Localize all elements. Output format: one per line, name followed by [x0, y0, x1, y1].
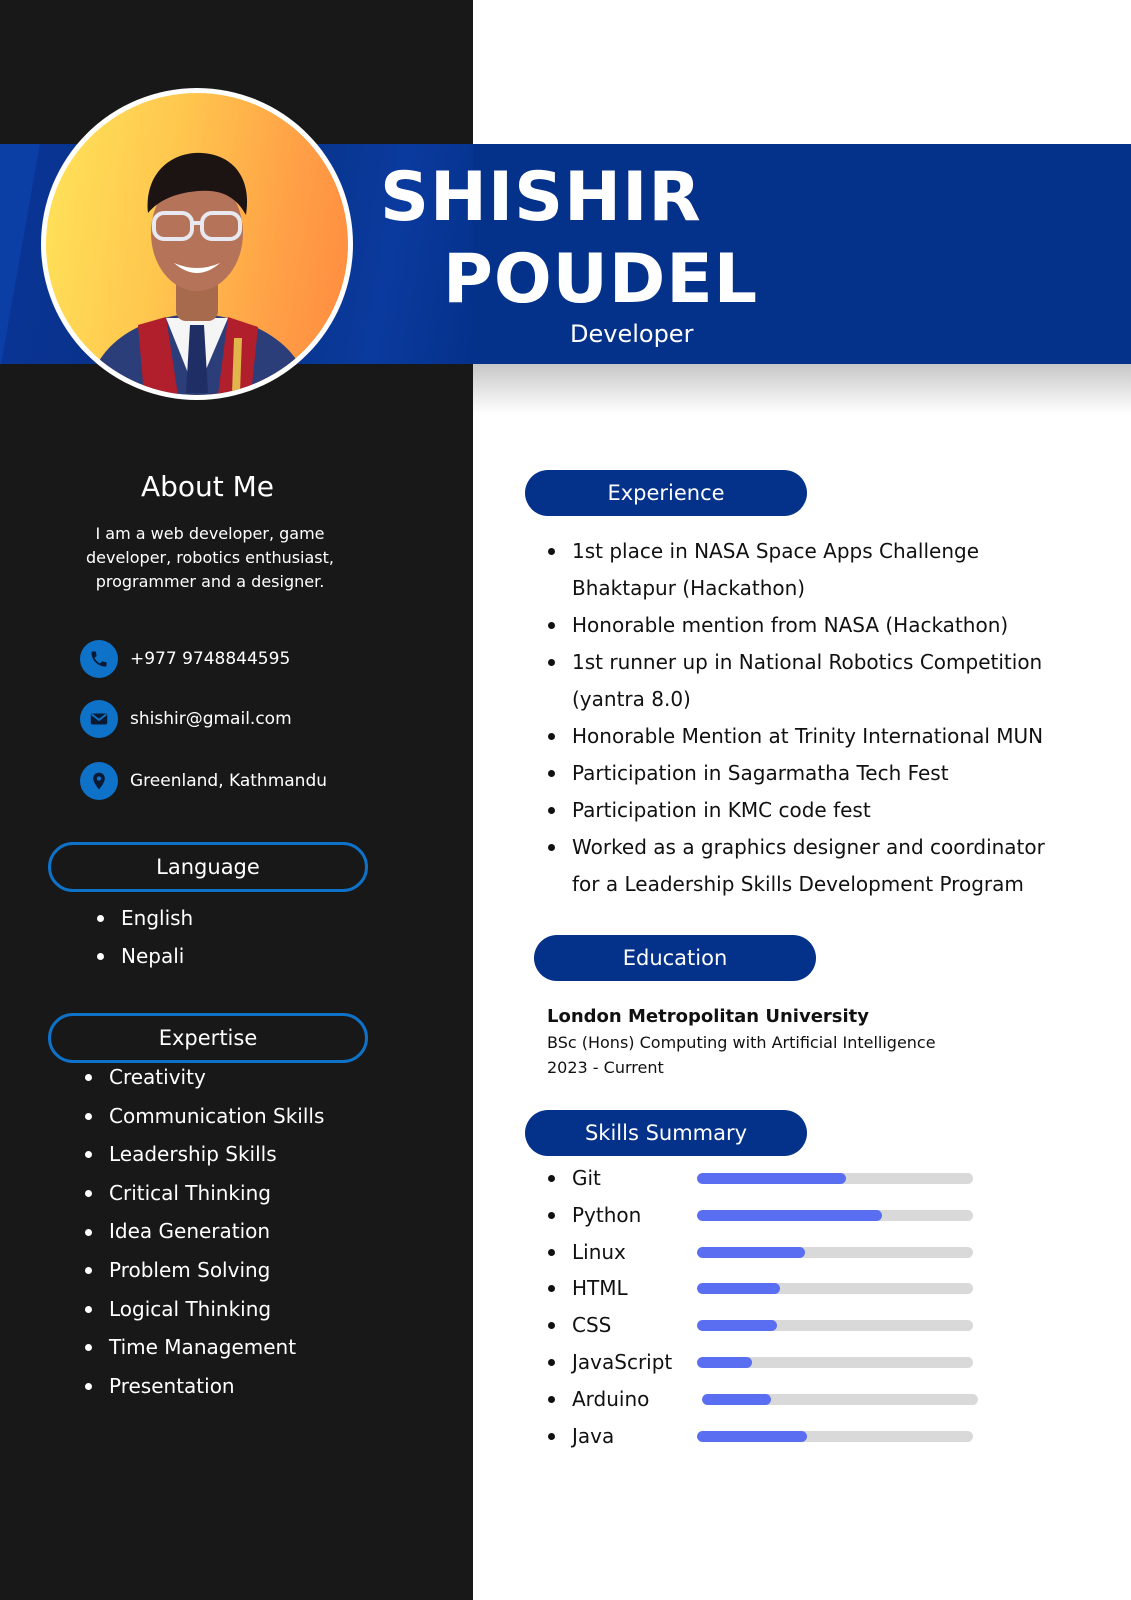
- education-heading: Education: [534, 935, 816, 981]
- bullet: [548, 1284, 555, 1292]
- skill-name: Arduino: [572, 1387, 650, 1411]
- skill-bar-fill: [697, 1320, 778, 1331]
- list-item: 1st runner up in National Robotics Compe…: [548, 644, 1088, 718]
- bullet: [548, 1432, 555, 1440]
- list-item: Participation in Sagarmatha Tech Fest: [548, 755, 1088, 792]
- location-text: Greenland, Kathmandu: [130, 771, 328, 791]
- name-last: POUDEL: [443, 240, 759, 319]
- bullet: [548, 1211, 555, 1219]
- list-item: Leadership Skills: [85, 1135, 324, 1174]
- bullet: [548, 1321, 555, 1329]
- name-first: SHISHIR: [380, 158, 702, 237]
- education-degree: BSc (Hons) Computing with Artificial Int…: [547, 1033, 936, 1052]
- bullet: [548, 1358, 555, 1366]
- skill-row: JavaScript: [548, 1349, 1131, 1375]
- skill-row: HTML: [548, 1275, 1131, 1301]
- skill-bar-fill: [697, 1431, 808, 1442]
- skill-bar-fill: [697, 1210, 882, 1221]
- skill-name: Java: [572, 1424, 615, 1448]
- expertise-list: Creativity Communication Skills Leadersh…: [85, 1065, 324, 1406]
- list-item: Communication Skills: [85, 1097, 324, 1136]
- skill-bar-fill: [697, 1173, 847, 1184]
- education-dates: 2023 - Current: [547, 1058, 664, 1077]
- skill-bar-track: [697, 1247, 973, 1258]
- email-text: shishir@gmail.com: [130, 709, 292, 729]
- list-item: Honorable mention from NASA (Hackathon): [548, 607, 1088, 644]
- mail-icon: [80, 700, 118, 738]
- skill-row: Git: [548, 1165, 1131, 1191]
- contact-email: shishir@gmail.com: [80, 700, 292, 738]
- list-item: Logical Thinking: [85, 1290, 324, 1329]
- skill-bar-track: [697, 1210, 973, 1221]
- skill-bar-track: [697, 1320, 973, 1331]
- skill-row: CSS: [548, 1312, 1131, 1338]
- list-item: Time Management: [85, 1328, 324, 1367]
- list-item: Worked as a graphics designer and coordi…: [548, 829, 1088, 903]
- skill-bar-track: [697, 1283, 973, 1294]
- skill-row: Java: [548, 1423, 1131, 1449]
- skill-bar-track: [697, 1431, 973, 1442]
- skill-row: Arduino: [548, 1386, 1131, 1412]
- banner-shadow: [473, 364, 1131, 414]
- experience-list: 1st place in NASA Space Apps Challenge B…: [548, 533, 1088, 903]
- skill-row: Linux: [548, 1239, 1131, 1265]
- bullet: [548, 1248, 555, 1256]
- bullet: [548, 1395, 555, 1403]
- skill-name: Linux: [572, 1240, 626, 1264]
- bullet: [548, 1174, 555, 1182]
- list-item: 1st place in NASA Space Apps Challenge B…: [548, 533, 1088, 607]
- skill-bar-fill: [697, 1283, 780, 1294]
- job-title: Developer: [570, 320, 694, 348]
- experience-heading: Experience: [525, 470, 807, 516]
- phone-icon: [80, 640, 118, 678]
- expertise-heading: Expertise: [48, 1013, 368, 1063]
- skill-name: Python: [572, 1203, 642, 1227]
- skill-bar-track: [697, 1173, 973, 1184]
- skill-bar-track: [697, 1357, 973, 1368]
- skill-name: JavaScript: [572, 1350, 673, 1374]
- list-item: Idea Generation: [85, 1212, 324, 1251]
- skills-heading: Skills Summary: [525, 1110, 807, 1156]
- avatar: [46, 93, 348, 395]
- list-item: Participation in KMC code fest: [548, 792, 1088, 829]
- list-item: Creativity: [85, 1058, 324, 1097]
- education-school: London Metropolitan University: [547, 1006, 870, 1027]
- contact-phone: +977 9748844595: [80, 640, 290, 678]
- list-item: English: [97, 899, 193, 937]
- skill-bar-track: [702, 1394, 978, 1405]
- contact-location: Greenland, Kathmandu: [80, 762, 327, 800]
- list-item: Nepali: [97, 937, 193, 975]
- skill-name: CSS: [572, 1313, 612, 1337]
- skill-bar-fill: [697, 1357, 753, 1368]
- skill-bar-fill: [697, 1247, 805, 1258]
- language-list: English Nepali: [97, 906, 193, 975]
- list-item: Honorable Mention at Trinity Internation…: [548, 718, 1088, 755]
- list-item: Problem Solving: [85, 1251, 324, 1290]
- skill-bar-fill: [702, 1394, 771, 1405]
- list-item: Presentation: [85, 1367, 324, 1406]
- language-heading: Language: [48, 842, 368, 892]
- skill-name: HTML: [572, 1276, 628, 1300]
- phone-text: +977 9748844595: [130, 649, 291, 669]
- portrait-illustration: [86, 152, 311, 395]
- skill-row: Python: [548, 1202, 1131, 1228]
- skill-name: Git: [572, 1166, 601, 1190]
- location-pin-icon: [80, 762, 118, 800]
- about-heading: About Me: [140, 470, 275, 503]
- about-text: I am a web developer, game developer, ro…: [85, 524, 334, 591]
- list-item: Critical Thinking: [85, 1174, 324, 1213]
